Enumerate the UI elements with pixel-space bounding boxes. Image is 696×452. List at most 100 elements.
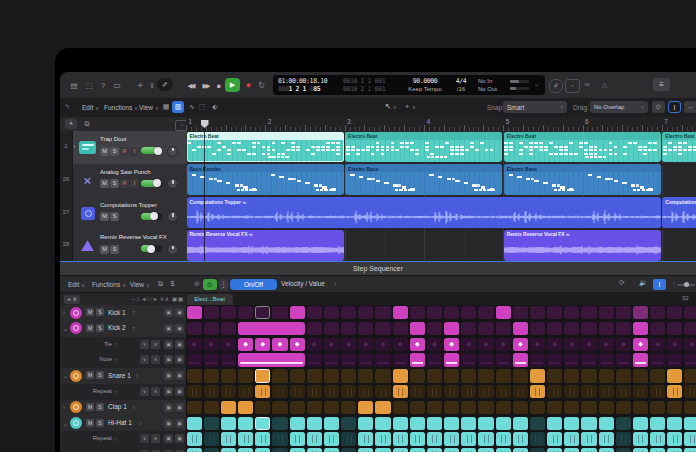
row-mute-button[interactable]: M [86, 324, 94, 332]
step-cell[interactable] [427, 338, 442, 351]
step-cell[interactable] [444, 338, 459, 351]
row-solo-button[interactable]: S [96, 371, 104, 379]
row-stepper-icon[interactable]: ↕ [132, 325, 135, 331]
step-cell[interactable] [684, 401, 696, 414]
step-cell[interactable] [307, 306, 322, 319]
plus-tool[interactable]: + [402, 101, 412, 113]
step-cell[interactable] [478, 369, 493, 382]
step-cell[interactable] [496, 432, 511, 445]
step-cell[interactable] [684, 385, 696, 398]
step-cell[interactable] [358, 401, 373, 414]
row-stepper-icon[interactable]: ↕ [132, 309, 135, 315]
step-cell[interactable] [341, 432, 356, 445]
step-cell[interactable] [427, 353, 442, 366]
step-cell[interactable] [290, 385, 305, 398]
row-nav-icons[interactable]: →↕ ◂○○▸ ∨∧ ▣▣ [120, 295, 184, 302]
step-cell[interactable] [616, 322, 631, 335]
step-cell[interactable] [599, 385, 614, 398]
step-cell[interactable] [444, 448, 459, 452]
step-cell[interactable] [496, 322, 511, 335]
step-cell[interactable] [204, 322, 219, 335]
step-cell[interactable] [307, 417, 322, 430]
stop-button[interactable]: ■ [214, 80, 224, 91]
pointer-tool[interactable]: ↖ [383, 101, 393, 113]
step-cell[interactable] [530, 322, 545, 335]
step-cell[interactable] [564, 385, 579, 398]
step-cell[interactable] [255, 448, 270, 452]
track-mute-button[interactable]: M [100, 212, 109, 221]
step-cell[interactable] [496, 306, 511, 319]
step-cell[interactable] [272, 306, 287, 319]
step-cell[interactable] [307, 448, 322, 452]
track-header[interactable]: 27Computations TopperMS [60, 197, 186, 231]
step-cell[interactable] [581, 322, 596, 335]
step-row-header[interactable]: Repeat↕∨∧▣▣ [60, 384, 186, 401]
row-options-icon[interactable]: ▣ [175, 324, 184, 333]
step-cell[interactable] [530, 432, 545, 445]
step-cell[interactable] [461, 306, 476, 319]
step-cell[interactable] [633, 385, 648, 398]
step-cell[interactable] [496, 353, 511, 366]
step-cell[interactable] [633, 322, 648, 335]
step-cell[interactable] [221, 322, 236, 335]
step-cell[interactable] [547, 432, 562, 445]
step-cell[interactable] [255, 432, 270, 445]
ruler[interactable]: 1234567 [186, 117, 696, 132]
edit-menu[interactable]: Edit∨ [82, 102, 99, 113]
step-cell[interactable] [272, 401, 287, 414]
step-cell[interactable] [564, 306, 579, 319]
step-cell[interactable] [667, 306, 682, 319]
play-button[interactable]: ▶ [225, 78, 240, 92]
row-mute-button[interactable]: M [86, 419, 94, 427]
step-cell[interactable] [358, 417, 373, 430]
back-icon[interactable]: ↰ [64, 103, 70, 111]
step-cell[interactable] [375, 306, 390, 319]
track-record-enable-button[interactable]: R [120, 147, 129, 156]
step-cell[interactable] [375, 369, 390, 382]
step-cell[interactable] [307, 432, 322, 445]
step-cell[interactable] [221, 432, 236, 445]
lcd-chevron-icon[interactable]: ⌄ [534, 80, 539, 87]
step-cell[interactable] [496, 369, 511, 382]
more-icon[interactable]: ⋮ [219, 279, 228, 290]
step-cell[interactable] [255, 401, 270, 414]
record-button[interactable]: ● [243, 80, 254, 91]
step-cell[interactable] [221, 448, 236, 452]
ss-copy-icon[interactable]: ⧉ [155, 279, 166, 289]
row-options-icon[interactable]: ▣ [175, 371, 184, 380]
step-cell[interactable] [684, 353, 696, 366]
step-cell[interactable] [513, 369, 528, 382]
step-cell[interactable] [221, 385, 236, 398]
step-cell[interactable] [444, 369, 459, 382]
live-pads-button[interactable]: ⊙ [203, 279, 217, 290]
step-cell[interactable] [204, 369, 219, 382]
track-lane[interactable]: Bass KnocksElectro BassElectro Bass [186, 164, 696, 198]
step-cell[interactable] [478, 338, 493, 351]
step-cell[interactable] [290, 369, 305, 382]
step-cell[interactable] [427, 369, 442, 382]
row-solo-button[interactable]: S [96, 324, 104, 332]
pencil-tool-toggle[interactable]: ✐ [157, 78, 173, 91]
step-cell[interactable] [204, 417, 219, 430]
plus-carat-icon[interactable]: ∨ [412, 104, 416, 110]
step-cell[interactable] [410, 322, 425, 335]
step-cell[interactable] [427, 401, 442, 414]
step-cell[interactable] [375, 448, 390, 452]
step-cell[interactable] [187, 417, 202, 430]
eraser-icon[interactable]: ⬖ [209, 101, 221, 113]
step-cell[interactable] [290, 417, 305, 430]
step-cell[interactable] [547, 306, 562, 319]
step-cell[interactable] [324, 401, 339, 414]
add-track-button[interactable]: + [65, 119, 77, 129]
step-cell[interactable] [393, 401, 408, 414]
step-cell[interactable] [564, 369, 579, 382]
step-cell[interactable] [187, 353, 202, 366]
step-cell[interactable] [272, 385, 287, 398]
step-cell[interactable] [564, 448, 579, 452]
region[interactable]: Computations Topper ∞ [187, 197, 661, 228]
step-cell[interactable] [290, 448, 305, 452]
step-row-header[interactable]: Note↕∨∧▣▣ [60, 352, 186, 369]
step-record-icon[interactable]: ⊘ [191, 279, 203, 289]
step-cell[interactable] [358, 385, 373, 398]
track-input-monitor-button[interactable]: I [130, 147, 139, 156]
